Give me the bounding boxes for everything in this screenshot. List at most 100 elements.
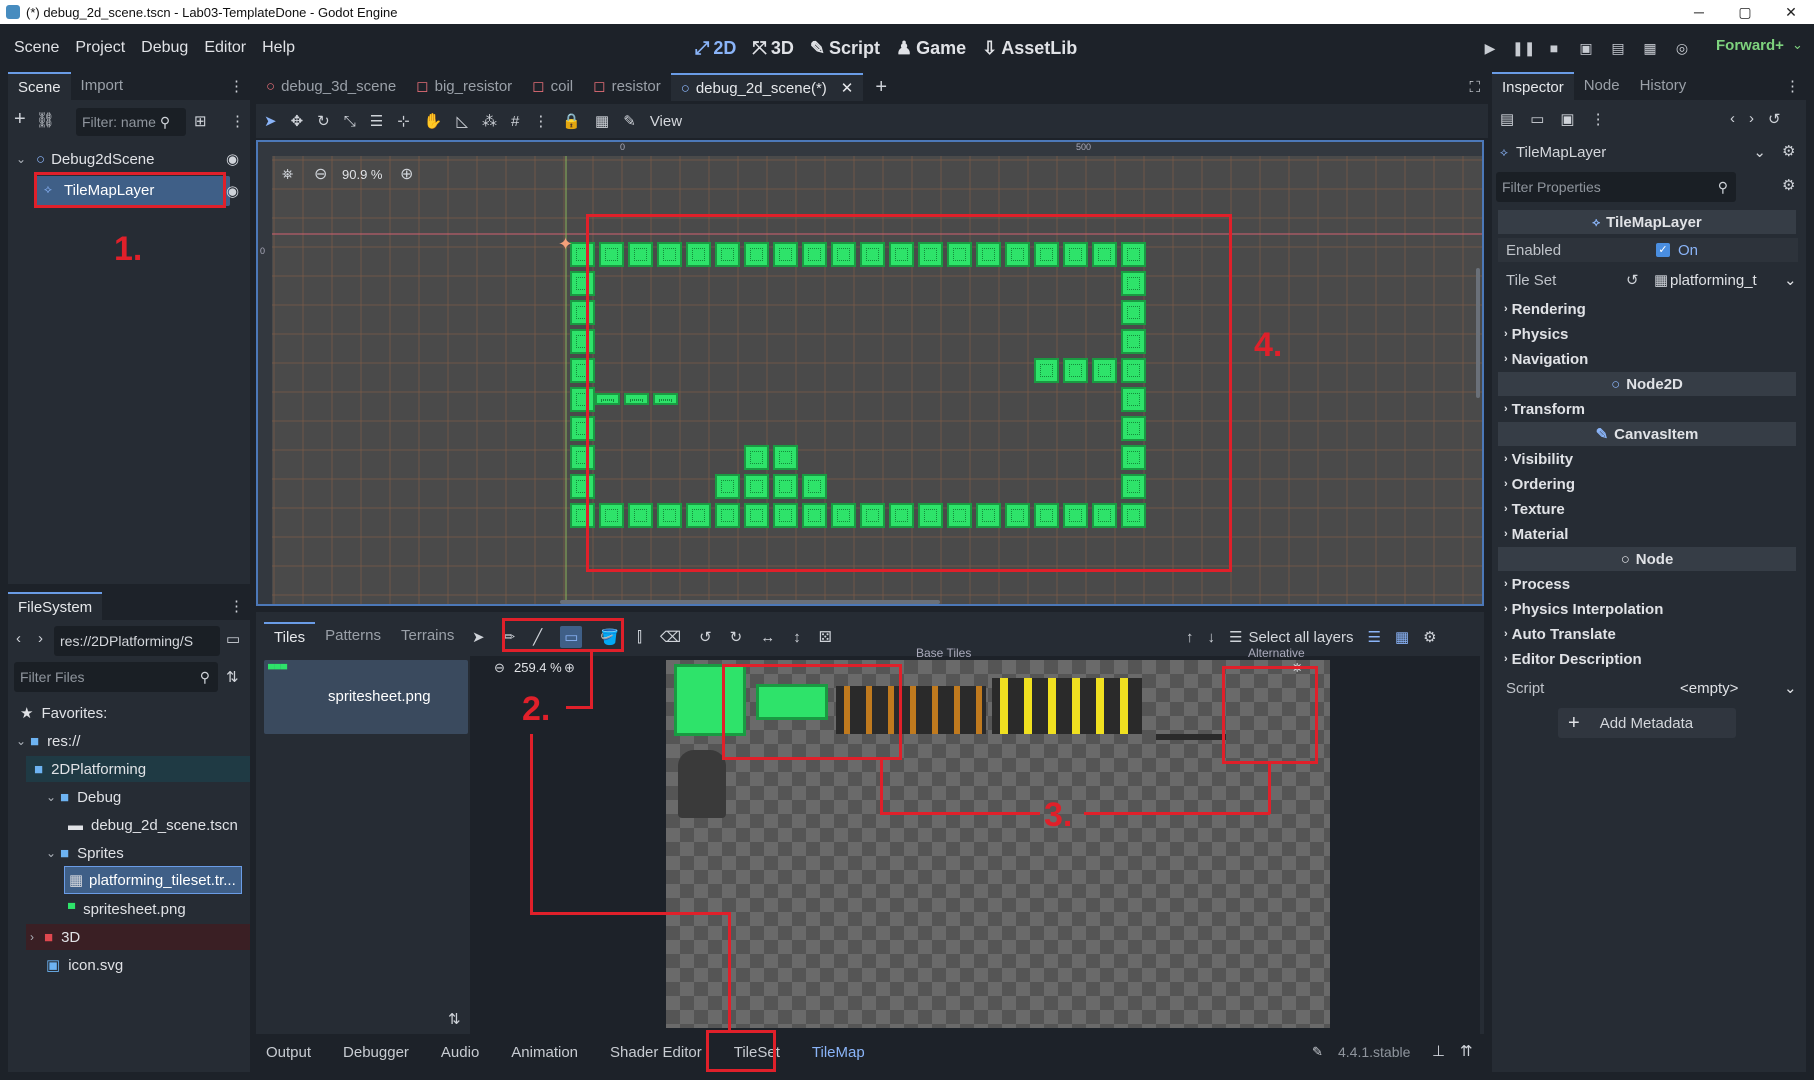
toggle-grid-icon[interactable]: ▦ <box>1395 628 1409 646</box>
close-tab-icon[interactable]: ✕ <box>841 75 854 101</box>
enabled-checkbox[interactable]: ✓ <box>1656 243 1670 257</box>
bone-icon[interactable]: ✎ <box>623 112 636 130</box>
source-item-spritesheet[interactable]: ▀▀▀ spritesheet.png <box>264 660 468 734</box>
select-tool-icon[interactable]: ➤ <box>264 112 277 130</box>
workspace-script[interactable]: ✎ Script <box>810 38 880 59</box>
bottom-tab-debugger[interactable]: Debugger <box>343 1044 409 1061</box>
bottom-tab-tilemap[interactable]: TileMap <box>812 1044 865 1061</box>
add-metadata-button[interactable]: + Add Metadata <box>1558 708 1736 738</box>
save-resource-icon[interactable]: ▣ <box>1560 110 1574 128</box>
move-tool-icon[interactable]: ✥ <box>291 112 304 130</box>
group-physics[interactable]: › Physics <box>1498 322 1798 346</box>
new-resource-icon[interactable]: ▤ <box>1500 110 1514 128</box>
highlight-layer-icon[interactable]: ☰ <box>1368 628 1381 646</box>
layer-down-icon[interactable]: ↓ <box>1208 629 1216 646</box>
history-back-icon[interactable]: ‹ <box>1730 110 1735 128</box>
atlas-view[interactable]: ⊖ 259.4 % ⊕ Base Tiles Alternative ⛯ <box>470 646 1480 1034</box>
fs-folder-3d[interactable]: › ■ 3D <box>30 924 80 950</box>
workspace-assetlib[interactable]: ⇩ AssetLib <box>982 38 1077 59</box>
viewport-hscrollbar[interactable] <box>560 600 940 604</box>
lock-icon[interactable]: 🔒 <box>562 112 581 130</box>
pause-icon[interactable]: ❚❚ <box>1512 40 1535 57</box>
distraction-free-icon[interactable]: ⛶ <box>1469 79 1480 96</box>
link-icon[interactable]: ⛓ <box>36 111 55 129</box>
visibility-eye-icon[interactable]: ◉ <box>226 182 239 200</box>
group-auto-translate[interactable]: › Auto Translate <box>1498 622 1798 646</box>
inspector-settings-icon[interactable]: ⚙ <box>1782 176 1795 194</box>
menu-editor[interactable]: Editor <box>196 39 254 57</box>
fs-file-tileset[interactable]: ▦ platforming_tileset.tr... <box>64 866 242 894</box>
fs-folder-sprites[interactable]: ⌄ ■ Sprites <box>46 840 124 866</box>
rotate-right-icon[interactable]: ↻ <box>730 628 743 646</box>
tileset-value[interactable]: platforming_t <box>1670 272 1757 289</box>
back-icon[interactable]: ‹ <box>16 630 21 647</box>
zoom-out-icon[interactable]: ⊖ <box>314 164 327 184</box>
workspace-2d[interactable]: ⤢ 2D <box>695 38 736 59</box>
group-navigation[interactable]: › Navigation <box>1498 347 1798 371</box>
scene-tab-coil[interactable]: ◻ coil <box>522 73 583 101</box>
bottom-tab-shader-editor[interactable]: Shader Editor <box>610 1044 702 1061</box>
eraser-tool-icon[interactable]: ⌫ <box>660 628 681 646</box>
group-transform[interactable]: › Transform <box>1498 397 1798 421</box>
inspected-object-select[interactable]: ⟡ TileMapLayer ⌄ <box>1496 138 1772 166</box>
group-icon[interactable]: ▦ <box>595 112 609 130</box>
menu-scene[interactable]: Scene <box>6 39 67 57</box>
group-ordering[interactable]: › Ordering <box>1498 472 1798 496</box>
script-value[interactable]: <empty> <box>1680 680 1738 697</box>
dock-menu-icon[interactable]: ⋮ <box>229 77 244 95</box>
flip-v-icon[interactable]: ↕ <box>793 629 801 646</box>
rotate-tool-icon[interactable]: ↻ <box>317 112 330 130</box>
scene-tab-resistor[interactable]: ◻ resistor <box>583 73 671 101</box>
tab-patterns[interactable]: Patterns <box>315 622 391 650</box>
viewport-vscrollbar[interactable] <box>1476 268 1480 398</box>
movie-maker-icon[interactable]: ◎ <box>1672 40 1692 57</box>
minimize-button[interactable]: ─ <box>1676 0 1722 24</box>
scene-menu-icon[interactable]: ⋮ <box>230 112 245 130</box>
scene-tab-debug-3d[interactable]: ○ debug_3d_scene <box>256 73 406 101</box>
group-rendering[interactable]: › Rendering <box>1498 297 1798 321</box>
tab-scene[interactable]: Scene <box>8 72 71 100</box>
sort-icon[interactable]: ⇅ <box>226 668 239 686</box>
tab-node[interactable]: Node <box>1574 72 1630 100</box>
flip-h-icon[interactable]: ↔ <box>760 629 775 646</box>
group-process[interactable]: › Process <box>1498 572 1798 596</box>
smart-snap-icon[interactable]: ⁂ <box>482 112 497 130</box>
path-field[interactable]: res://2DPlatforming/S <box>54 626 220 656</box>
menu-project[interactable]: Project <box>67 39 133 57</box>
stop-icon[interactable]: ■ <box>1544 40 1564 56</box>
bottom-tab-animation[interactable]: Animation <box>511 1044 578 1061</box>
group-physics-interpolation[interactable]: › Physics Interpolation <box>1498 597 1798 621</box>
zoom-in-icon[interactable]: ⊕ <box>400 164 413 184</box>
fs-favorites[interactable]: ★ Favorites: <box>20 700 107 726</box>
atlas-zoom-out-icon[interactable]: ⊖ <box>494 660 505 676</box>
pan-tool-icon[interactable]: ✋ <box>424 112 443 130</box>
tab-history[interactable]: History <box>1630 72 1697 100</box>
group-editor-description[interactable]: › Editor Description <box>1498 647 1798 671</box>
chevron-down-icon[interactable]: ⌄ <box>1784 271 1797 289</box>
forward-icon[interactable]: › <box>38 630 43 647</box>
picker-tool-icon[interactable]: ⫿ <box>637 629 642 646</box>
scene-filter-input[interactable]: Filter: name ⚲ <box>76 108 186 136</box>
load-resource-icon[interactable]: ▭ <box>1530 110 1544 128</box>
fs-file-spritesheet[interactable]: ▀ spritesheet.png <box>68 896 186 922</box>
atlas-zoom-in-icon[interactable]: ⊕ <box>564 660 575 676</box>
fs-file-debug-scene[interactable]: ▬ debug_2d_scene.tscn <box>68 812 238 838</box>
tile-select-icon[interactable]: ➤ <box>472 628 485 646</box>
add-tab-icon[interactable]: + <box>875 76 887 99</box>
grid-snap-icon[interactable]: # <box>511 113 519 130</box>
tab-tiles[interactable]: Tiles <box>264 622 316 650</box>
play-icon[interactable]: ▶ <box>1480 40 1500 57</box>
dock-menu-icon[interactable]: ⋮ <box>1785 77 1800 95</box>
chevron-down-icon[interactable]: ⌄ <box>1792 37 1803 53</box>
group-texture[interactable]: › Texture <box>1498 497 1798 521</box>
resource-menu-icon[interactable]: ⋮ <box>1591 110 1606 128</box>
scale-tool-icon[interactable]: ⤡ <box>344 113 356 130</box>
center-view-icon[interactable]: ⛯ <box>282 166 293 183</box>
scene-tab-debug-2d[interactable]: ○ debug_2d_scene(*) ✕ <box>670 73 864 101</box>
play-custom-scene-icon[interactable]: ▦ <box>1640 40 1660 57</box>
layer-up-icon[interactable]: ↑ <box>1186 629 1194 646</box>
workspace-game[interactable]: ♟ Game <box>896 38 966 59</box>
list-select-icon[interactable]: ☰ <box>370 112 383 130</box>
add-node-icon[interactable]: + <box>14 108 26 131</box>
filter-properties-input[interactable]: Filter Properties ⚲ <box>1496 172 1736 202</box>
